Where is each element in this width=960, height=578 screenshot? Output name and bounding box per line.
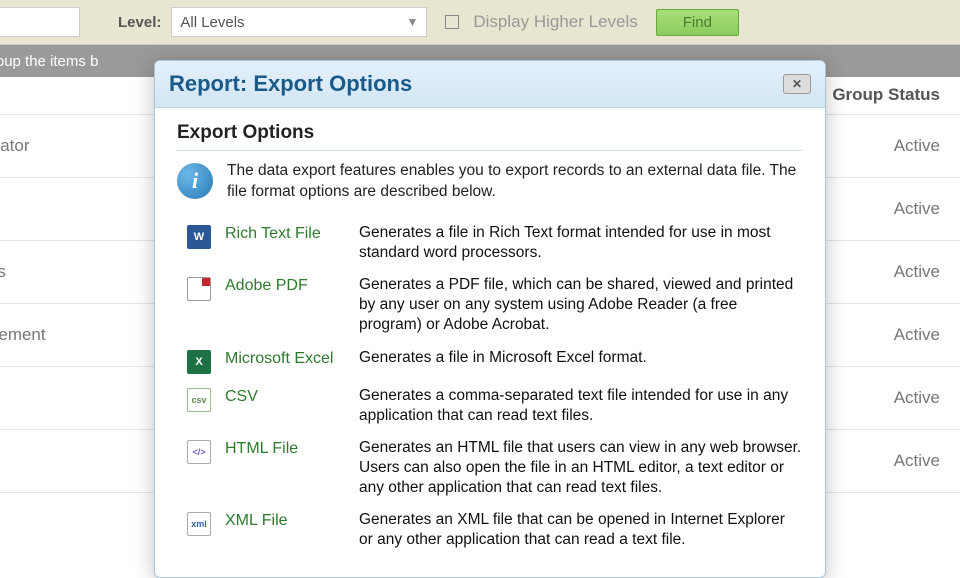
group-status: Active [894, 451, 940, 471]
format-link[interactable]: Rich Text File [225, 223, 345, 243]
chevron-down-icon: ▼ [406, 15, 418, 29]
format-icon: xml [187, 512, 211, 536]
level-select[interactable]: All Levels ▼ [171, 7, 427, 37]
close-icon: ✕ [792, 77, 802, 91]
section-title: Export Options [177, 122, 803, 151]
level-select-value: All Levels [180, 14, 244, 31]
group-status: Active [894, 199, 940, 219]
format-link[interactable]: Microsoft Excel [225, 348, 345, 368]
group-hint-text: o group the items b [0, 53, 98, 70]
group-name: nagement [0, 325, 46, 345]
format-icon [187, 277, 211, 301]
filter-bar: rds Level: All Levels ▼ Display Higher L… [0, 0, 960, 45]
close-button[interactable]: ✕ [783, 74, 811, 94]
format-description: Generates a PDF file, which can be share… [359, 275, 803, 335]
format-row: </> HTML File Generates an HTML file that … [177, 432, 803, 504]
format-description: Generates a comma-separated text file in… [359, 386, 803, 426]
display-higher-checkbox[interactable] [445, 15, 459, 29]
intro-text: The data export features enables you to … [227, 161, 803, 203]
search-input[interactable] [0, 7, 80, 37]
info-icon: i [177, 163, 213, 199]
format-icon: W [187, 225, 211, 249]
format-row: xml XML File Generates an XML file that ca… [177, 504, 803, 556]
find-button[interactable]: Find [656, 9, 739, 36]
format-link[interactable]: HTML File [225, 438, 345, 458]
format-description: Generates an XML file that can be opened… [359, 510, 803, 550]
format-description: Generates an HTML file that users can vi… [359, 438, 803, 498]
group-status: Active [894, 325, 940, 345]
format-description: Generates a file in Microsoft Excel form… [359, 348, 803, 368]
format-list: W Rich Text File Generates a file in Rich … [177, 217, 803, 557]
modal-body: Export Options i The data export feature… [155, 108, 825, 577]
format-link[interactable]: Adobe PDF [225, 275, 345, 295]
intro-row: i The data export features enables you t… [177, 161, 803, 203]
format-row: csv CSV Generates a comma-separated text f… [177, 380, 803, 432]
group-status: Active [894, 388, 940, 408]
format-link[interactable]: CSV [225, 386, 345, 406]
modal-title: Report: Export Options [169, 71, 412, 97]
format-icon: </> [187, 440, 211, 464]
group-status: Active [894, 262, 940, 282]
format-row: X Microsoft Excel Generates a file in Micr… [177, 342, 803, 380]
level-label: Level: [118, 14, 161, 31]
column-header-group-status: Group Status [832, 85, 940, 105]
modal-header: Report: Export Options ✕ [155, 61, 825, 108]
format-row: W Rich Text File Generates a file in Rich … [177, 217, 803, 269]
format-description: Generates a file in Rich Text format int… [359, 223, 803, 263]
format-icon: X [187, 350, 211, 374]
display-higher-label: Display Higher Levels [473, 12, 637, 32]
format-row: Adobe PDF Generates a PDF file, which can… [177, 269, 803, 341]
group-name: inistator [0, 136, 30, 156]
export-options-modal: Report: Export Options ✕ Export Options … [154, 60, 826, 578]
format-link[interactable]: XML File [225, 510, 345, 530]
format-icon: csv [187, 388, 211, 412]
group-status: Active [894, 136, 940, 156]
group-name: tacts [0, 262, 6, 282]
